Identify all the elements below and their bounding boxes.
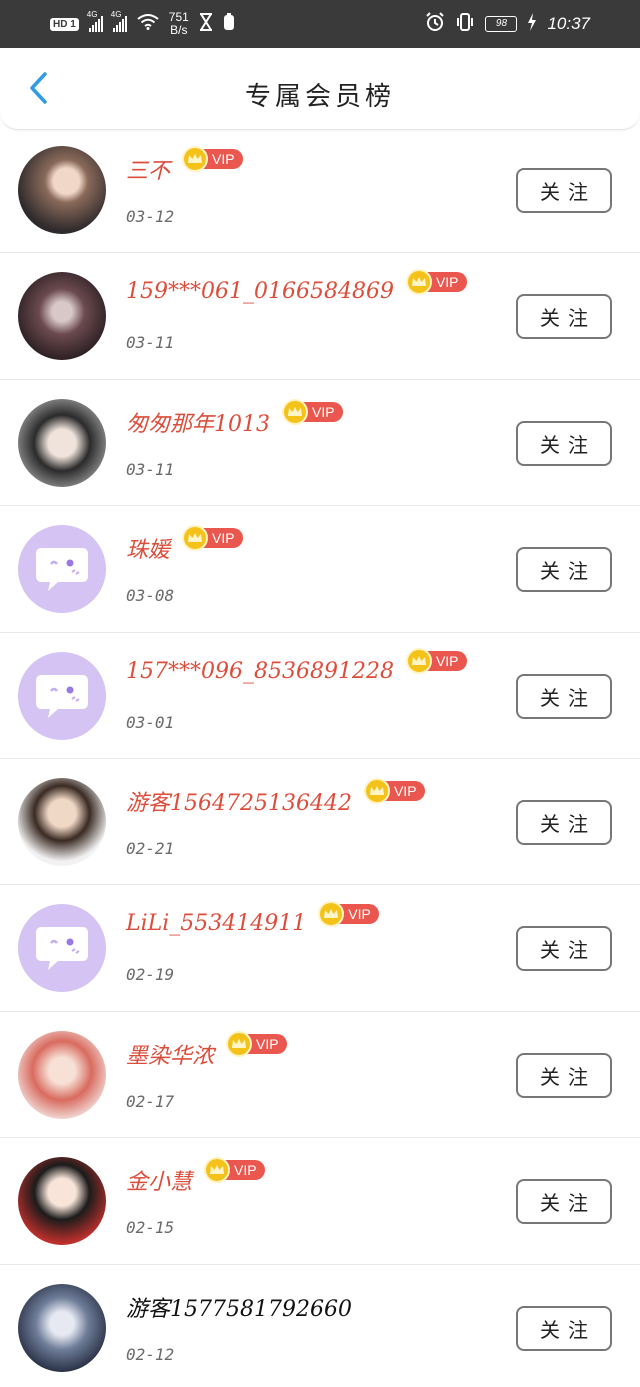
member-name[interactable]: 157***096_8536891228: [126, 659, 394, 684]
member-name[interactable]: 159***061_0166584869: [126, 279, 394, 304]
member-row[interactable]: 珠媛 VIP 03-08 关注: [0, 506, 640, 633]
avatar[interactable]: [18, 777, 106, 866]
member-row[interactable]: 三不 VIP 03-12 关注: [0, 127, 640, 254]
battery-icon: 98: [485, 16, 518, 32]
join-date: 02-12: [126, 1344, 175, 1364]
follow-button[interactable]: 关注: [516, 547, 612, 593]
sim-card-icon: [223, 12, 235, 36]
follow-button[interactable]: 关注: [516, 420, 612, 466]
status-bar: HD 1 4G 4G 751 B/s 98 10:37: [0, 0, 640, 48]
crown-icon: [282, 398, 308, 425]
vip-badge: VIP: [282, 398, 343, 425]
avatar[interactable]: [18, 146, 106, 234]
follow-button[interactable]: 关注: [516, 1305, 612, 1351]
chat-bubble-icon: [36, 927, 88, 971]
member-row[interactable]: 匆匆那年1013 VIP 03-11 关注: [0, 380, 640, 507]
charging-icon: [527, 12, 537, 36]
member-name[interactable]: 珠媛: [126, 532, 170, 564]
member-row[interactable]: 159***061_0166584869 VIP 03-11 关注: [0, 253, 640, 380]
chat-bubble-icon: [36, 548, 88, 592]
crown-icon: [363, 777, 390, 804]
join-date: 03-12: [126, 207, 175, 226]
follow-button[interactable]: 关注: [516, 294, 612, 340]
avatar[interactable]: [18, 525, 106, 614]
vip-badge: VIP: [204, 1157, 265, 1184]
signal-icon: 4G: [87, 10, 103, 32]
member-row[interactable]: 金小慧 VIP 02-15 关注: [0, 1138, 640, 1265]
hd-badge: HD 1: [50, 17, 79, 31]
member-list: 三不 VIP 03-12 关注 159***061_0166584869 VIP…: [0, 127, 640, 1387]
follow-button[interactable]: 关注: [516, 168, 612, 213]
alarm-icon: [425, 11, 445, 37]
member-row[interactable]: LiLi_553414911 VIP 02-19 关注: [0, 885, 640, 1012]
follow-button[interactable]: 关注: [516, 926, 612, 972]
member-name[interactable]: 三不: [126, 153, 170, 185]
crown-icon: [182, 146, 209, 172]
follow-button[interactable]: 关注: [516, 1052, 612, 1098]
chat-bubble-icon: [36, 674, 88, 718]
crown-icon: [318, 900, 345, 927]
avatar[interactable]: [18, 1157, 106, 1246]
vip-badge: VIP: [405, 268, 467, 295]
avatar[interactable]: [18, 651, 106, 740]
join-date: 03-01: [126, 712, 175, 732]
member-name[interactable]: 游客1564725136442: [126, 785, 352, 817]
join-date: 02-15: [126, 1218, 175, 1238]
member-row[interactable]: 157***096_8536891228 VIP 03-01 关注: [0, 633, 640, 759]
crown-icon: [182, 525, 209, 552]
vip-badge: VIP: [363, 777, 425, 804]
join-date: 03-08: [126, 586, 175, 606]
follow-button[interactable]: 关注: [516, 799, 612, 845]
member-row[interactable]: 游客1564725136442 VIP 02-21 关注: [0, 759, 640, 886]
follow-button[interactable]: 关注: [516, 1179, 612, 1225]
header: 专属会员榜: [0, 48, 640, 130]
member-row[interactable]: 游客1577581792660 02-12 关注: [0, 1265, 640, 1387]
hourglass-icon: [199, 12, 213, 36]
vip-badge: VIP: [182, 525, 243, 552]
status-left: HD 1 4G 4G 751 B/s: [50, 0, 235, 48]
member-name[interactable]: 金小慧: [126, 1164, 192, 1196]
clock: 10:37: [547, 14, 590, 33]
join-date: 02-21: [126, 838, 175, 858]
avatar[interactable]: [18, 398, 106, 487]
follow-button[interactable]: 关注: [516, 673, 612, 719]
signal-icon: 4G: [111, 10, 127, 32]
avatar[interactable]: [18, 1030, 106, 1119]
crown-icon: [405, 268, 432, 295]
member-name[interactable]: 匆匆那年1013: [126, 406, 270, 438]
vip-badge: VIP: [226, 1030, 287, 1057]
vip-badge: VIP: [405, 648, 467, 675]
join-date: 03-11: [126, 459, 175, 479]
avatar[interactable]: [18, 904, 106, 993]
vip-badge: VIP: [318, 900, 379, 927]
vibrate-icon: [455, 12, 475, 37]
avatar[interactable]: [18, 1283, 106, 1372]
status-right: 98 10:37: [425, 0, 590, 48]
page-title: 专属会员榜: [244, 82, 395, 112]
member-name[interactable]: LiLi_553414911: [126, 911, 306, 936]
member-name[interactable]: 游客1577581792660: [126, 1291, 352, 1323]
crown-icon: [405, 648, 432, 675]
wifi-icon: [137, 13, 159, 35]
join-date: 03-11: [126, 333, 175, 353]
vip-badge: VIP: [182, 146, 243, 172]
join-date: 02-17: [126, 1091, 175, 1111]
avatar[interactable]: [18, 272, 106, 361]
member-name[interactable]: 墨染华浓: [126, 1038, 214, 1070]
member-row[interactable]: 墨染华浓 VIP 02-17 关注: [0, 1012, 640, 1139]
network-speed: 751 B/s: [168, 10, 189, 37]
crown-icon: [226, 1030, 253, 1057]
crown-icon: [204, 1157, 231, 1184]
join-date: 02-19: [126, 965, 175, 985]
